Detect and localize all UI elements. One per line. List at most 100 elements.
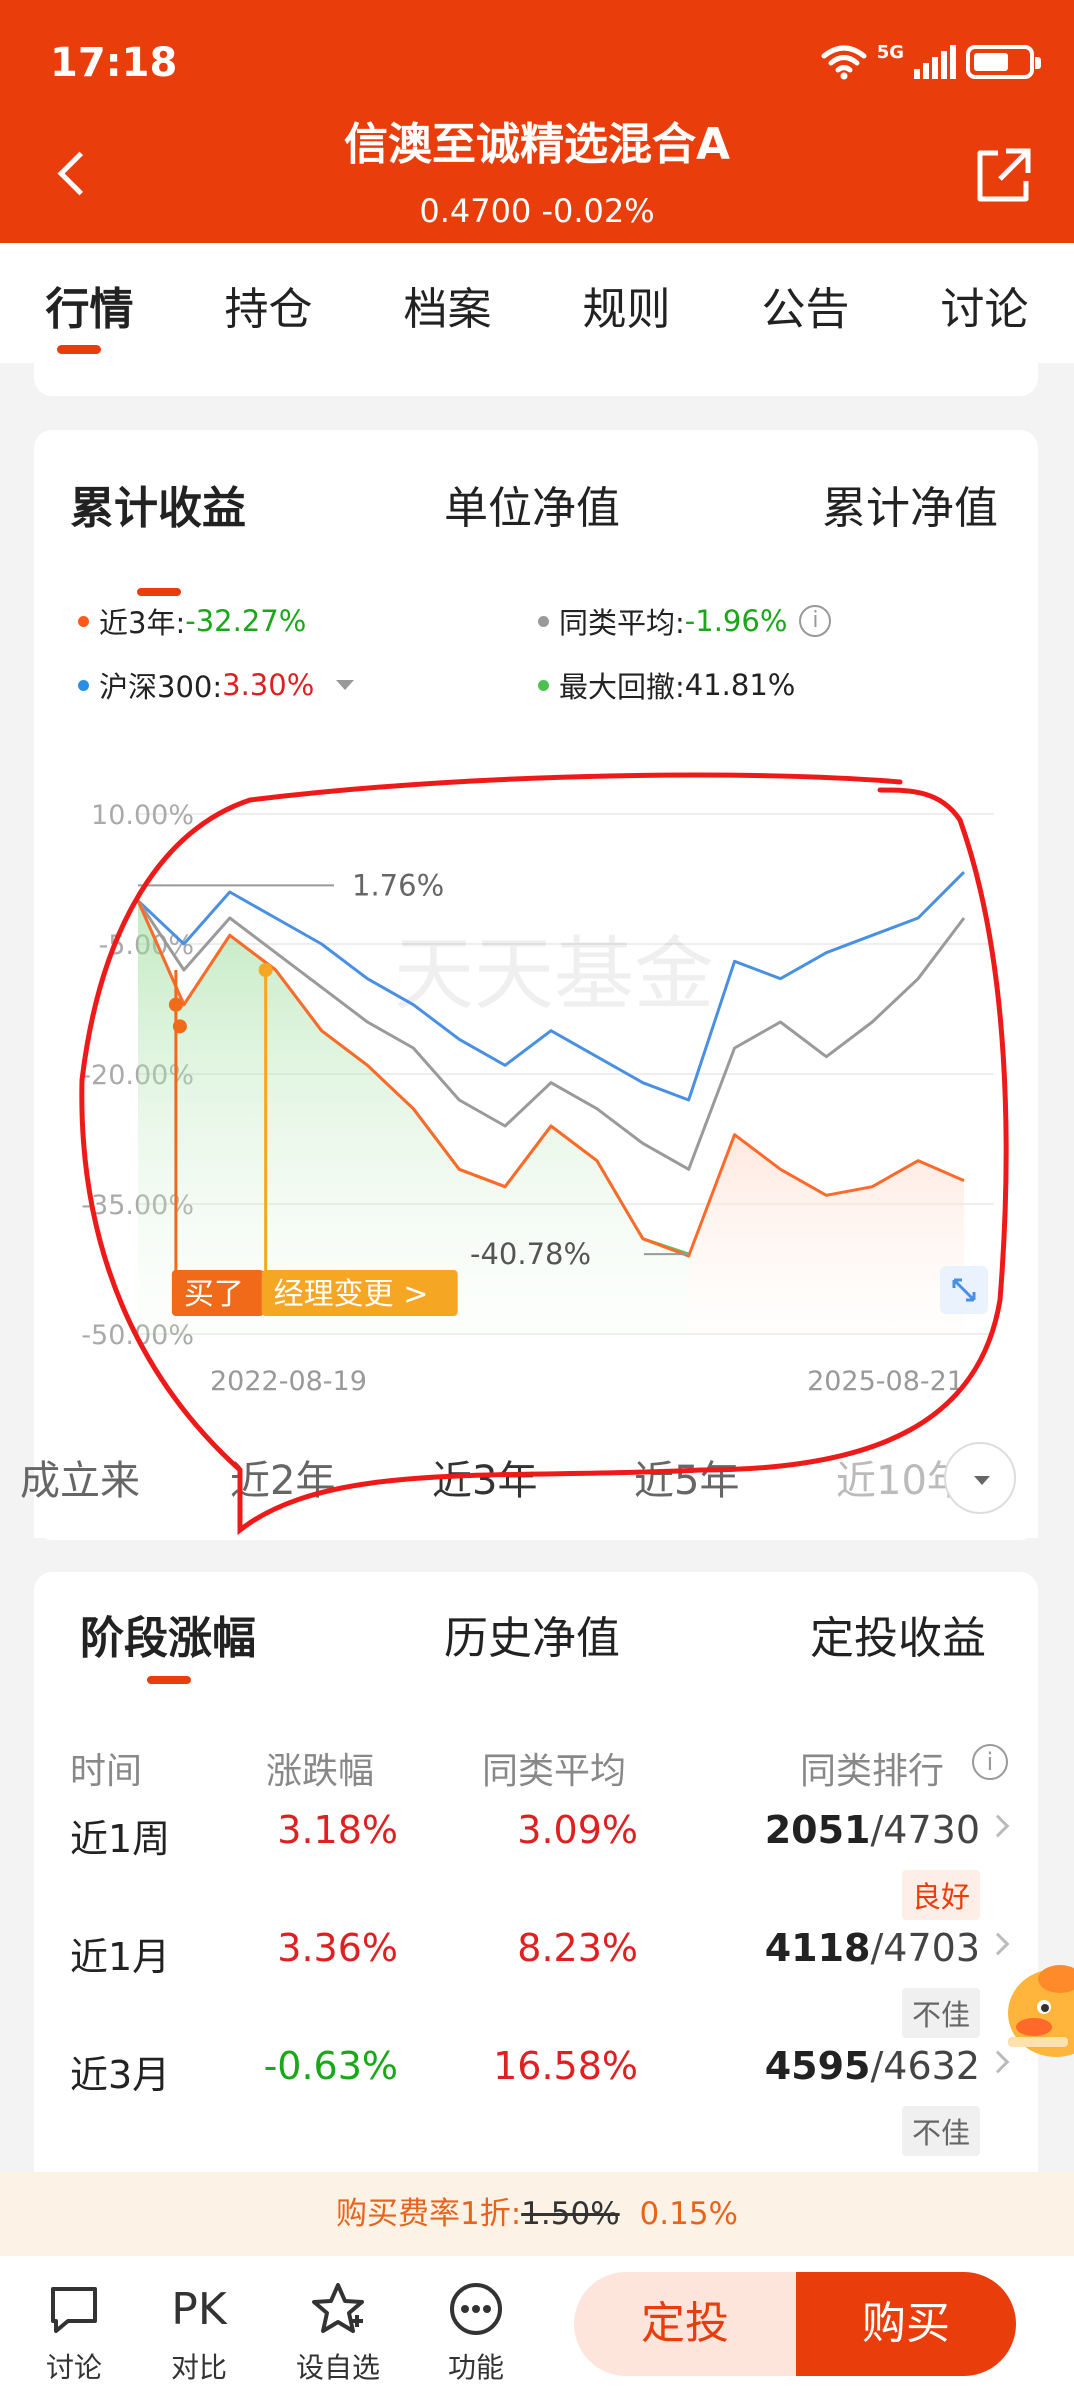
fee-original: 1.50%	[521, 2196, 620, 2232]
buy-marker-label: 买了	[184, 1277, 244, 1312]
rank-badge: 不佳	[901, 2106, 980, 2156]
row-period: 近3月	[70, 2053, 171, 2097]
header-period: 时间	[70, 1751, 143, 1792]
network-label: 5G	[876, 41, 904, 63]
nav-discussion[interactable]: 讨论	[24, 2280, 124, 2386]
subtab-unit-nav[interactable]: 单位净值	[444, 472, 620, 536]
fee-banner[interactable]: 购买费率1折:1.50% 0.15%	[0, 2172, 1074, 2256]
header-change: 涨跌幅	[266, 1751, 375, 1792]
tab-market[interactable]: 行情	[0, 243, 179, 363]
subtab-indicator	[137, 588, 181, 596]
info-icon[interactable]: i	[799, 605, 832, 637]
rank-total: /4632	[870, 2044, 980, 2088]
nav-compare[interactable]: PK 对比	[149, 2280, 249, 2386]
legend-label: 近3年:	[99, 606, 186, 640]
sip-button[interactable]: 定投	[574, 2272, 796, 2376]
fee-label: 购买费率1折:	[336, 2196, 522, 2232]
nav-label: 设自选	[295, 2351, 380, 2384]
manager-change-marker-label: 经理变更 >	[274, 1277, 429, 1312]
nav-functions[interactable]: 功能	[426, 2280, 526, 2386]
legend-label: 同类平均:	[559, 606, 685, 640]
status-time: 17:18	[50, 40, 178, 86]
rank-total: /4703	[870, 1926, 980, 1970]
chevron-right-icon	[986, 1814, 1010, 1838]
nav-label: 对比	[170, 2351, 227, 2384]
row-period: 近1月	[70, 1935, 171, 1979]
buy-marker[interactable]: 买了	[171, 1270, 264, 1316]
star-icon	[312, 2283, 364, 2333]
expand-icon[interactable]	[940, 1266, 988, 1314]
chat-icon	[51, 2287, 97, 2333]
subtab-sip-return[interactable]: 定投收益	[810, 1602, 986, 1666]
subtab-indicator	[147, 1676, 191, 1684]
nav-watchlist[interactable]: 设自选	[288, 2280, 388, 2386]
bottom-nav: 讨论 PK 对比 设自选 功能 定投 购买	[0, 2256, 1074, 2400]
rank-badge: 不佳	[901, 1988, 980, 2038]
trough-label: -40.78%	[470, 1237, 591, 1271]
rank-value: 2051	[764, 1808, 871, 1852]
status-icons: 5G	[821, 41, 1041, 80]
tab-announcements[interactable]: 公告	[716, 243, 895, 363]
share-icon[interactable]	[972, 145, 1034, 207]
fee-current: 0.15%	[639, 2196, 738, 2232]
legend-value: -1.96%	[684, 604, 788, 638]
more-icon	[450, 2283, 502, 2335]
return-chart[interactable]: 10.00%-5.00%-20.00%-35.00%-50.00% 天天基金 2…	[34, 760, 1038, 1410]
row-avg: 3.09%	[517, 1808, 638, 1852]
subtab-history-nav[interactable]: 历史净值	[444, 1602, 620, 1666]
legend-dot	[78, 679, 89, 691]
main-tabs: 行情 持仓 档案 规则 公告 讨论	[0, 243, 1074, 363]
legend-dot	[538, 679, 549, 691]
subtab-cumulative-nav[interactable]: 累计净值	[822, 472, 998, 536]
range-2y[interactable]: 近2年	[230, 1448, 335, 1506]
range-3y[interactable]: 近3年	[432, 1448, 537, 1506]
buy-button[interactable]: 购买	[796, 2272, 1016, 2376]
row-change: -0.63%	[263, 2044, 398, 2088]
table-row[interactable]: 近1月 3.36% 8.23% 4118/4703 不佳	[34, 1926, 1038, 2044]
fund-nav: 0.4700 -0.02%	[0, 192, 1074, 230]
legend-label: 最大回撤:	[559, 670, 685, 704]
rank-badge: 良好	[901, 1870, 980, 1920]
info-icon[interactable]: i	[972, 1744, 1008, 1780]
chevron-down-icon[interactable]	[336, 680, 355, 690]
subtab-cumulative-return[interactable]: 累计收益	[70, 472, 246, 536]
legend-value: 41.81%	[684, 668, 796, 702]
nav-label: 功能	[447, 2351, 504, 2384]
row-rank: 4595/4632	[765, 2044, 980, 2088]
range-5y[interactable]: 近5年	[634, 1448, 739, 1506]
tab-holdings[interactable]: 持仓	[179, 243, 358, 363]
table-row[interactable]: 近1周 3.18% 3.09% 2051/4730 良好	[34, 1808, 1038, 1926]
range-more-button[interactable]	[944, 1442, 1016, 1514]
chart-watermark: 天天基金	[394, 928, 714, 1021]
manager-change-marker[interactable]: 经理变更 >	[261, 1270, 458, 1316]
legend-index[interactable]: 沪深300: 3.30%	[78, 664, 355, 706]
mascot-icon[interactable]	[1004, 1955, 1074, 2065]
range-since-inception[interactable]: 成立来	[20, 1448, 140, 1506]
tab-profile[interactable]: 档案	[358, 243, 537, 363]
legend-value: -32.27%	[185, 604, 307, 638]
legend-label: 沪深300:	[99, 670, 223, 704]
fund-area	[688, 1134, 964, 1334]
chart-card: 累计收益 单位净值 累计净值 近3年: -32.27% 同类平均: -1.96%…	[34, 430, 1038, 1540]
legend-dot	[538, 615, 549, 627]
previous-card-edge	[34, 363, 1038, 396]
x-end-label: 2025-08-21	[807, 1366, 964, 1397]
peak-label: 1.76%	[352, 868, 444, 902]
chart-legend: 近3年: -32.27% 同类平均: -1.96% i 沪深300: 3.30%…	[78, 600, 998, 704]
table-row[interactable]: 近3月 -0.63% 16.58% 4595/4632 不佳	[34, 2044, 1038, 2162]
range-selector: 成立来 近2年 近3年 近5年 近10年	[20, 1418, 1038, 1538]
row-rank: 2051/4730	[765, 1808, 980, 1852]
legend-value: 3.30%	[222, 668, 315, 702]
x-start-label: 2022-08-19	[210, 1366, 367, 1397]
fund-title: 信澳至诚精选混合A	[343, 119, 731, 170]
chevron-right-icon	[986, 1932, 1010, 1956]
legend-max-drawdown: 最大回撤: 41.81%	[538, 664, 795, 706]
header-avg: 同类平均	[482, 1751, 627, 1792]
tab-rules[interactable]: 规则	[537, 243, 716, 363]
tab-discussion[interactable]: 讨论	[895, 243, 1074, 363]
y-tick-label: 10.00%	[91, 800, 194, 831]
row-change: 3.36%	[277, 1926, 398, 1970]
buy-point	[168, 997, 183, 1012]
subtab-period-return[interactable]: 阶段涨幅	[80, 1602, 256, 1666]
top-bar: 17:18 5G 信澳至诚精选混合A 0.4700 -0.02%	[0, 0, 1074, 243]
